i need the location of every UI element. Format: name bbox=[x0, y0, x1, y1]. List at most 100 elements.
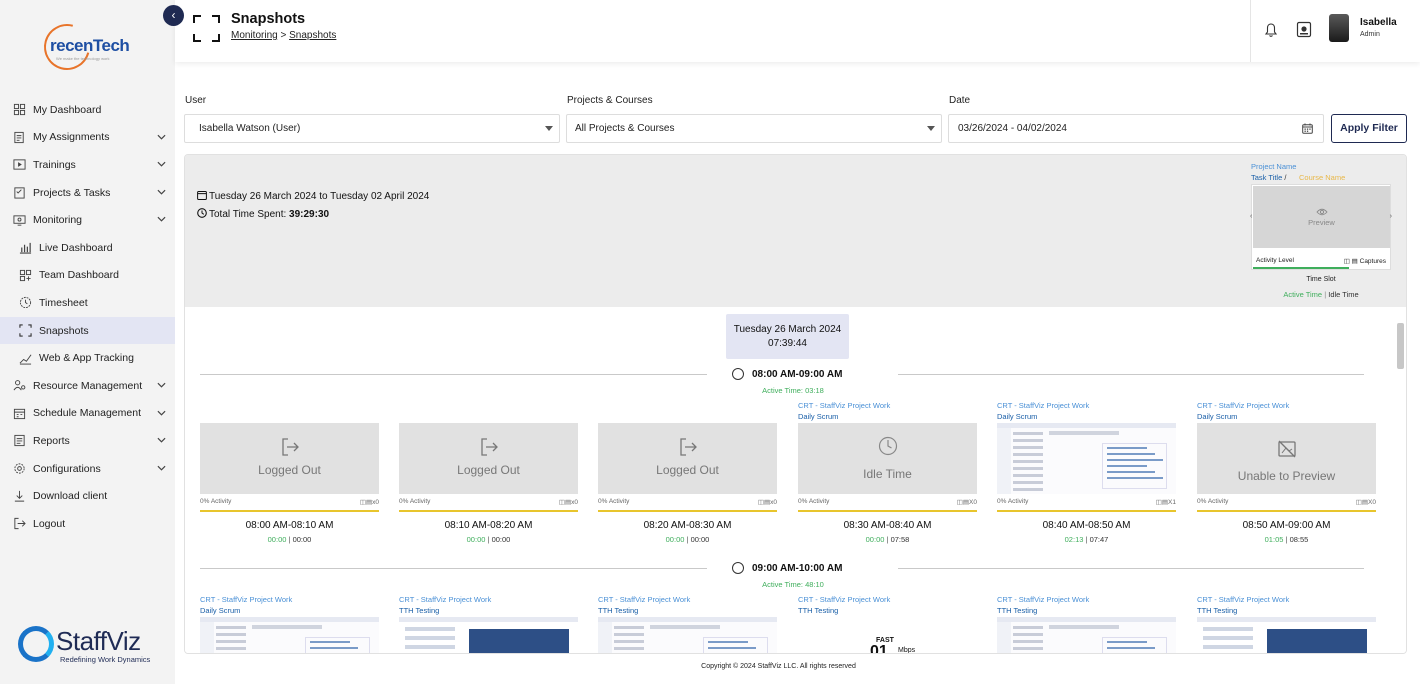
snapshot-thumbnail[interactable]: FAST 01 Mbps bbox=[798, 617, 977, 653]
card-task-title[interactable]: Daily Scrum bbox=[798, 412, 977, 423]
card-task-title[interactable]: TTH Testing bbox=[598, 606, 777, 617]
schedule-icon bbox=[12, 406, 26, 420]
snapshot-thumbnail[interactable] bbox=[997, 423, 1176, 494]
card-task-title[interactable]: Daily Scrum bbox=[200, 606, 379, 617]
clock-icon bbox=[732, 562, 744, 574]
card-project-name[interactable]: CRT - StaffViz Project Work bbox=[1197, 595, 1376, 606]
slot-active-time: 00:00 bbox=[466, 535, 486, 544]
snapshot-card[interactable]: CRT - StaffViz Project Work TTH Testing bbox=[1197, 595, 1376, 653]
snapshot-card[interactable]: Logged Out 0% Activity ◫▤x0 08:20 AM-08:30 … bbox=[598, 401, 777, 544]
snapshot-card[interactable]: CRT - StaffViz Project Work Daily Scrum Un… bbox=[1197, 401, 1376, 544]
snapshot-card[interactable]: Logged Out 0% Activity ◫▤x0 08:00 AM-08:10 … bbox=[200, 401, 379, 544]
card-task-title[interactable]: TTH Testing bbox=[997, 606, 1176, 617]
breadcrumb-monitoring[interactable]: Monitoring bbox=[231, 30, 278, 41]
date-range-input[interactable]: 03/26/2024 - 04/02/2024 bbox=[948, 114, 1324, 143]
sidebar-item-monitoring[interactable]: Monitoring bbox=[0, 206, 175, 234]
captures-count[interactable]: ◫▤x0 bbox=[559, 498, 578, 506]
client-app-icon[interactable] bbox=[1296, 21, 1312, 38]
card-task-title[interactable] bbox=[598, 412, 777, 423]
breadcrumb-separator: > bbox=[280, 30, 287, 41]
card-task-title[interactable]: TTH Testing bbox=[399, 606, 578, 617]
card-task-title[interactable]: TTH Testing bbox=[798, 606, 977, 617]
card-project-name[interactable]: CRT - StaffViz Project Work bbox=[798, 595, 977, 606]
card-task-title[interactable] bbox=[399, 412, 578, 423]
captures-count-text: X1 bbox=[1168, 499, 1176, 506]
snapshot-card[interactable]: CRT - StaffViz Project Work TTH Testing bbox=[997, 595, 1176, 653]
sidebar-item-reports[interactable]: Reports bbox=[0, 427, 175, 455]
captures-count[interactable]: ◫▤X0 bbox=[1356, 498, 1376, 506]
card-project-name[interactable]: CRT - StaffViz Project Work bbox=[1197, 401, 1376, 412]
card-meta: 0% Activity ◫▤X0 bbox=[1197, 496, 1376, 510]
scrollbar[interactable] bbox=[1397, 319, 1404, 649]
activity-bar bbox=[399, 510, 578, 512]
card-project-name[interactable]: CRT - StaffViz Project Work bbox=[798, 401, 977, 412]
scrollbar-thumb[interactable] bbox=[1397, 323, 1404, 369]
card-project-name[interactable] bbox=[200, 401, 379, 412]
captures-icon: ◫▤ bbox=[1155, 499, 1169, 506]
user-avatar[interactable] bbox=[1329, 14, 1349, 42]
card-project-name[interactable]: CRT - StaffViz Project Work bbox=[598, 595, 777, 606]
sidebar-item-label: Live Dashboard bbox=[39, 241, 113, 254]
captures-count-text: X0 bbox=[1368, 499, 1376, 506]
snapshot-thumbnail[interactable] bbox=[997, 617, 1176, 653]
snapshot-card[interactable]: CRT - StaffViz Project Work Daily Scrum Id… bbox=[798, 401, 977, 544]
snapshot-thumbnail[interactable]: Unable to Preview bbox=[1197, 423, 1376, 494]
notification-bell-icon[interactable] bbox=[1263, 22, 1279, 38]
chevron-left-icon: ‹ bbox=[171, 8, 176, 22]
sidebar-item-configurations[interactable]: Configurations bbox=[0, 455, 175, 483]
snapshot-thumbnail[interactable] bbox=[1197, 617, 1376, 653]
card-project-name[interactable]: CRT - StaffViz Project Work bbox=[399, 595, 578, 606]
sidebar-item-web-app-tracking[interactable]: Web & App Tracking bbox=[0, 344, 175, 372]
snapshot-card[interactable]: CRT - StaffViz Project Work Daily Scrum 0%… bbox=[997, 401, 1176, 544]
card-task-title[interactable] bbox=[200, 412, 379, 423]
snapshot-thumbnail[interactable] bbox=[200, 617, 379, 653]
apply-filter-button[interactable]: Apply Filter bbox=[1331, 114, 1407, 143]
card-project-name[interactable]: CRT - StaffViz Project Work bbox=[997, 401, 1176, 412]
card-project-name[interactable] bbox=[598, 401, 777, 412]
sidebar-item-label: My Assignments bbox=[33, 131, 110, 144]
sidebar-item-download-client[interactable]: Download client bbox=[0, 482, 175, 510]
snapshot-card[interactable]: CRT - StaffViz Project Work TTH Testing bbox=[598, 595, 777, 653]
snapshot-thumbnail[interactable]: Idle Time bbox=[798, 423, 977, 494]
day-date: Tuesday 26 March 2024 bbox=[733, 324, 842, 335]
sidebar-item-live-dashboard[interactable]: Live Dashboard bbox=[0, 234, 175, 262]
captures-count[interactable]: ◫▤X0 bbox=[957, 498, 977, 506]
card-task-title[interactable]: Daily Scrum bbox=[997, 412, 1176, 423]
user-select[interactable]: Isabella Watson (User) bbox=[184, 114, 560, 143]
sidebar-item-logout[interactable]: Logout bbox=[0, 510, 175, 538]
day-chip[interactable]: Tuesday 26 March 2024 07:39:44 bbox=[726, 314, 849, 359]
snapshot-card[interactable]: CRT - StaffViz Project Work Daily Scrum bbox=[200, 595, 379, 653]
snapshot-card[interactable]: CRT - StaffViz Project Work TTH Testing bbox=[399, 595, 578, 653]
captures-count[interactable]: ◫▤X1 bbox=[1156, 498, 1176, 506]
snapshot-thumbnail[interactable]: Logged Out bbox=[200, 423, 379, 494]
slot-idle-time: 00:00 bbox=[491, 535, 511, 544]
snapshot-thumbnail[interactable]: Logged Out bbox=[598, 423, 777, 494]
captures-count[interactable]: ◫▤x0 bbox=[758, 498, 777, 506]
sidebar-item-timesheet[interactable]: Timesheet bbox=[0, 289, 175, 317]
snapshot-thumbnail[interactable]: Logged Out bbox=[399, 423, 578, 494]
sidebar-item-my-assignments[interactable]: My Assignments bbox=[0, 124, 175, 152]
sidebar-item-schedule-management[interactable]: Schedule Management bbox=[0, 400, 175, 428]
card-task-title[interactable]: Daily Scrum bbox=[1197, 412, 1376, 423]
snapshot-card[interactable]: CRT - StaffViz Project Work TTH Testing FA… bbox=[798, 595, 977, 653]
sidebar-item-trainings[interactable]: Trainings bbox=[0, 151, 175, 179]
card-task-title[interactable]: TTH Testing bbox=[1197, 606, 1376, 617]
project-select[interactable]: All Projects & Courses bbox=[566, 114, 942, 143]
captures-count[interactable]: ◫▤x0 bbox=[360, 498, 379, 506]
sidebar-item-resource-management[interactable]: Resource Management bbox=[0, 372, 175, 400]
card-project-name[interactable]: CRT - StaffViz Project Work bbox=[997, 595, 1176, 606]
breadcrumb-snapshots[interactable]: Snapshots bbox=[289, 30, 336, 41]
collapse-sidebar-button[interactable]: ‹ bbox=[163, 5, 184, 26]
card-project-name[interactable]: CRT - StaffViz Project Work bbox=[200, 595, 379, 606]
sidebar-item-team-dashboard[interactable]: Team Dashboard bbox=[0, 262, 175, 290]
card-project-name[interactable] bbox=[399, 401, 578, 412]
snapshot-card[interactable]: Logged Out 0% Activity ◫▤x0 08:10 AM-08:20 … bbox=[399, 401, 578, 544]
recentech-logo[interactable]: recenTech We make the technology work bbox=[35, 15, 134, 79]
snapshot-thumbnail[interactable] bbox=[598, 617, 777, 653]
snapshot-thumbnail[interactable] bbox=[399, 617, 578, 653]
calendar-icon[interactable] bbox=[1302, 123, 1313, 134]
user-name[interactable]: Isabella bbox=[1360, 17, 1397, 28]
sidebar-item-snapshots[interactable]: Snapshots bbox=[0, 316, 175, 345]
sidebar-item-projects-tasks[interactable]: Projects & Tasks bbox=[0, 179, 175, 207]
sidebar-item-my-dashboard[interactable]: My Dashboard bbox=[0, 96, 175, 124]
